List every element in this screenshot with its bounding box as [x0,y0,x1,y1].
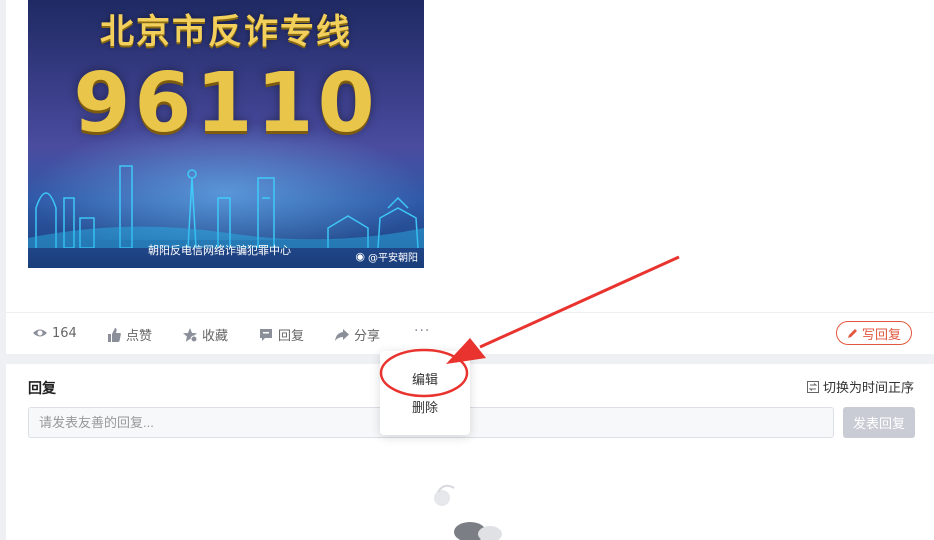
favorite-label: 收藏 [202,329,229,344]
more-options-menu: 编辑 删除 [380,351,470,435]
favorite-button[interactable]: 收藏 [182,325,228,344]
empty-state-illustration [434,484,502,540]
like-button[interactable]: 点赞 [106,325,152,344]
share-button[interactable]: 分享 [334,325,380,344]
weibo-icon: ◉ [355,250,365,263]
star-icon [183,327,198,342]
write-reply-label: 写回复 [861,327,901,343]
share-label: 分享 [354,329,381,344]
post-reply-button[interactable]: 发表回复 [843,407,915,438]
poster-watermark: ◉ @平安朝阳 [355,249,418,264]
reply-button[interactable]: 回复 [258,325,304,344]
menu-item-edit[interactable]: 编辑 [380,369,470,388]
city-skyline-graphic [28,165,424,248]
post-card: 北京市反诈专线 96110 朝阳反电信网络诈骗犯罪中心 ◉ @平安朝阳 [6,0,934,354]
poster-title: 北京市反诈专线 [100,12,352,52]
reply-label: 回复 [278,329,305,344]
write-reply-button[interactable]: 写回复 [836,321,912,345]
more-options-button[interactable]: ··· [414,323,430,339]
share-icon [335,328,349,341]
post-image[interactable]: 北京市反诈专线 96110 朝阳反电信网络诈骗犯罪中心 ◉ @平安朝阳 [28,0,424,268]
menu-item-delete[interactable]: 删除 [380,397,470,416]
thumbs-up-icon [108,327,121,342]
view-count: 164 [32,325,77,341]
poster-organization: 朝阳反电信网络诈骗犯罪中心 [148,244,291,257]
sort-toggle-label: 切换为时间正序 [822,381,914,396]
eye-icon [33,329,47,337]
swap-icon [806,380,819,393]
like-label: 点赞 [126,329,153,344]
post-action-bar: 164 点赞 收藏 回复 分享 ··· 写回复 [6,312,934,355]
reply-section-title: 回复 [28,381,56,397]
sort-toggle[interactable]: 切换为时间正序 [806,377,914,396]
watermark-text: @平安朝阳 [368,253,418,264]
reply-section: 回复 切换为时间正序 发表回复 [6,364,934,540]
pencil-icon [847,329,857,338]
view-count-value: 164 [52,325,77,341]
comment-icon [260,328,272,341]
poster-number: 96110 [73,56,379,151]
